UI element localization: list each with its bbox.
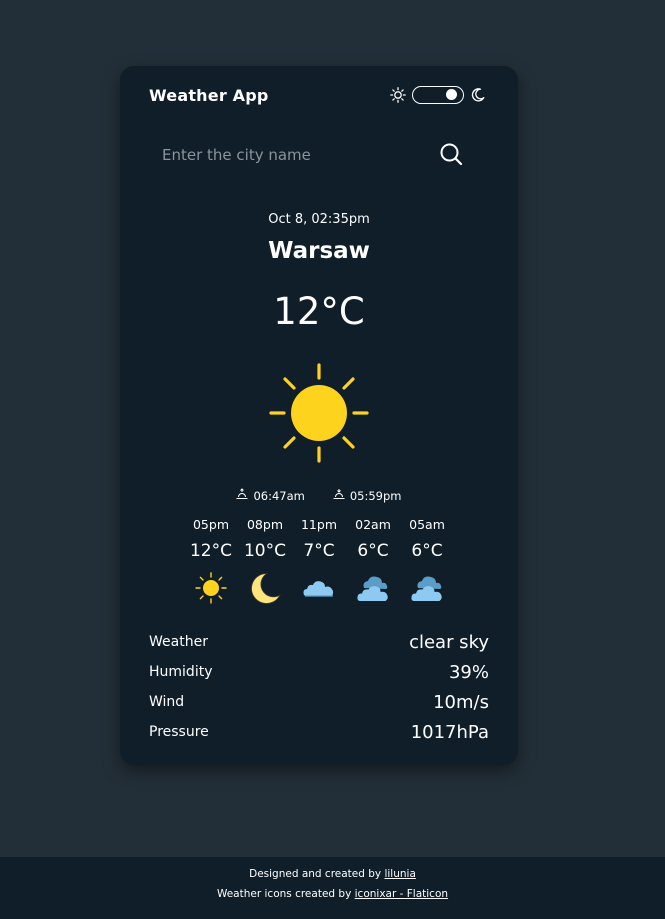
search-button[interactable] xyxy=(437,140,465,168)
current-temperature: 12°C xyxy=(273,290,365,333)
footer-credit-icons: Weather icons created by iconixar - Flat… xyxy=(0,888,665,902)
city-name: Warsaw xyxy=(268,238,370,264)
city-search-input[interactable] xyxy=(149,138,429,172)
detail-value: 1017hPa xyxy=(410,721,489,743)
detail-label: Wind xyxy=(149,694,185,710)
forecast-temp: 7°C xyxy=(303,541,335,561)
sun-times: 06:47am 05:59pm xyxy=(120,488,518,503)
sun-icon xyxy=(194,571,228,605)
app-title: Weather App xyxy=(149,86,269,105)
sunrise-icon xyxy=(236,488,248,503)
detail-row-weather: Weather clear sky xyxy=(149,627,489,657)
clouds-icon xyxy=(410,571,444,605)
forecast-item: 05am 6°C xyxy=(400,517,454,605)
detail-value: clear sky xyxy=(409,631,489,653)
sun-outline-icon xyxy=(390,87,406,103)
sunset: 05:59pm xyxy=(333,488,402,503)
footer-design-text: Designed and created by xyxy=(249,868,385,880)
forecast-temp: 12°C xyxy=(189,541,232,561)
forecast-item: 08pm 10°C xyxy=(238,517,292,605)
clouds-icon xyxy=(356,571,390,605)
footer: Designed and created by lilunia Weather … xyxy=(0,857,665,919)
forecast-temp: 6°C xyxy=(411,541,443,561)
forecast-time: 11pm xyxy=(300,517,338,532)
forecast-time: 05am xyxy=(409,517,445,532)
moon-icon xyxy=(248,571,282,605)
forecast-temp: 10°C xyxy=(243,541,286,561)
theme-switcher xyxy=(390,84,486,106)
forecast-item: 02am 6°C xyxy=(346,517,400,605)
cloud-icon xyxy=(302,571,336,605)
detail-value: 10m/s xyxy=(433,691,489,713)
detail-row-wind: Wind 10m/s xyxy=(149,687,489,717)
forecast-time: 08pm xyxy=(246,517,284,532)
forecast-item: 11pm 7°C xyxy=(292,517,346,605)
detail-label: Weather xyxy=(149,634,208,650)
sunrise: 06:47am xyxy=(236,488,305,503)
detail-row-pressure: Pressure 1017hPa xyxy=(149,717,489,747)
weather-details: Weather clear sky Humidity 39% Wind 10m/… xyxy=(149,627,489,747)
detail-label: Pressure xyxy=(149,724,209,740)
hourly-forecast: 05pm 12°C 08pm 10°C 11pm 7°C 02am 6°C 05… xyxy=(184,517,454,605)
theme-toggle[interactable] xyxy=(412,86,464,104)
current-datetime: Oct 8, 02:35pm xyxy=(268,212,370,227)
footer-icons-text: Weather icons created by xyxy=(216,888,355,900)
detail-label: Humidity xyxy=(149,664,213,680)
search-bar xyxy=(149,138,489,172)
page: Weather App Enter the city name Oct 8, 0… xyxy=(0,0,665,919)
forecast-temp: 6°C xyxy=(357,541,389,561)
detail-value: 39% xyxy=(448,661,489,683)
weather-card: Weather App Enter the city name Oct 8, 0… xyxy=(120,66,518,765)
sunrise-time: 06:47am xyxy=(253,488,305,503)
sunset-icon xyxy=(333,488,345,503)
icons-credit-link[interactable]: iconixar - Flaticon xyxy=(355,888,448,900)
search-icon xyxy=(437,143,465,172)
forecast-time: 05pm xyxy=(192,517,230,532)
detail-row-humidity: Humidity 39% xyxy=(149,657,489,687)
author-link[interactable]: lilunia xyxy=(384,868,415,880)
moon-outline-icon xyxy=(470,87,486,103)
toggle-knob xyxy=(446,89,457,100)
sun-icon xyxy=(268,362,370,464)
sunset-time: 05:59pm xyxy=(349,488,402,503)
forecast-item: 05pm 12°C xyxy=(184,517,238,605)
footer-credit-design: Designed and created by lilunia xyxy=(0,868,665,882)
forecast-time: 02am xyxy=(355,517,391,532)
